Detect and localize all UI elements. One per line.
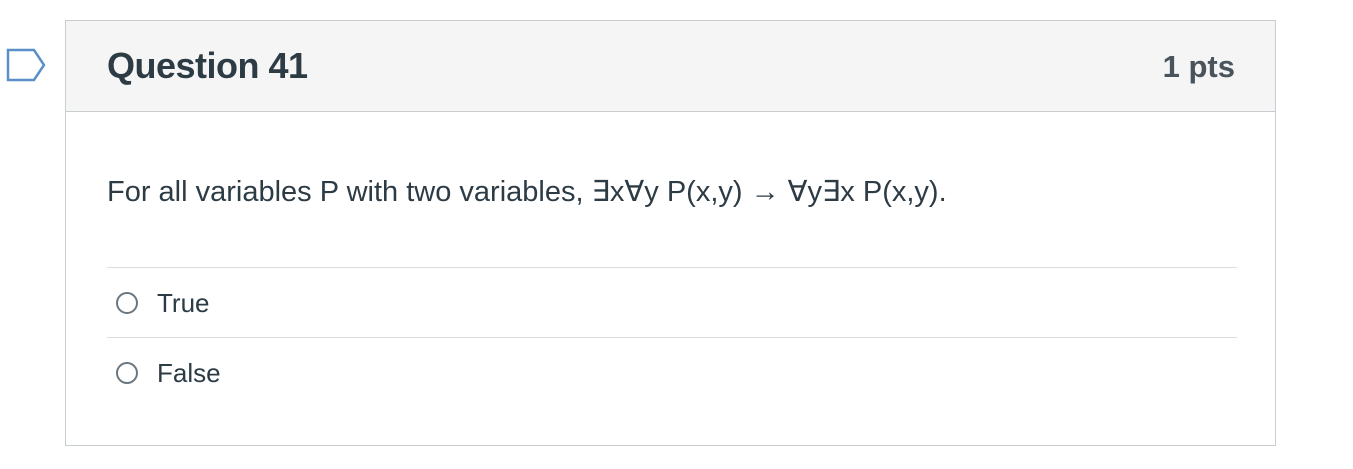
question-title: Question 41	[107, 45, 308, 86]
answer-label-false[interactable]: False	[157, 356, 221, 390]
answer-label-true[interactable]: True	[157, 286, 210, 320]
flag-question-icon[interactable]	[6, 48, 46, 82]
question-header: Question 41 1 pts	[66, 21, 1275, 112]
radio-button-true[interactable]	[116, 292, 138, 314]
answer-option-true[interactable]: True	[107, 267, 1237, 337]
radio-button-false[interactable]	[116, 362, 138, 384]
question-text: For all variables P with two variables, …	[107, 176, 947, 208]
answer-option-false[interactable]: False	[107, 337, 1237, 407]
question-card: Question 41 1 pts For all variables P wi…	[65, 20, 1276, 446]
answer-list: True False	[107, 267, 1237, 407]
question-points: 1 pts	[1162, 49, 1235, 84]
